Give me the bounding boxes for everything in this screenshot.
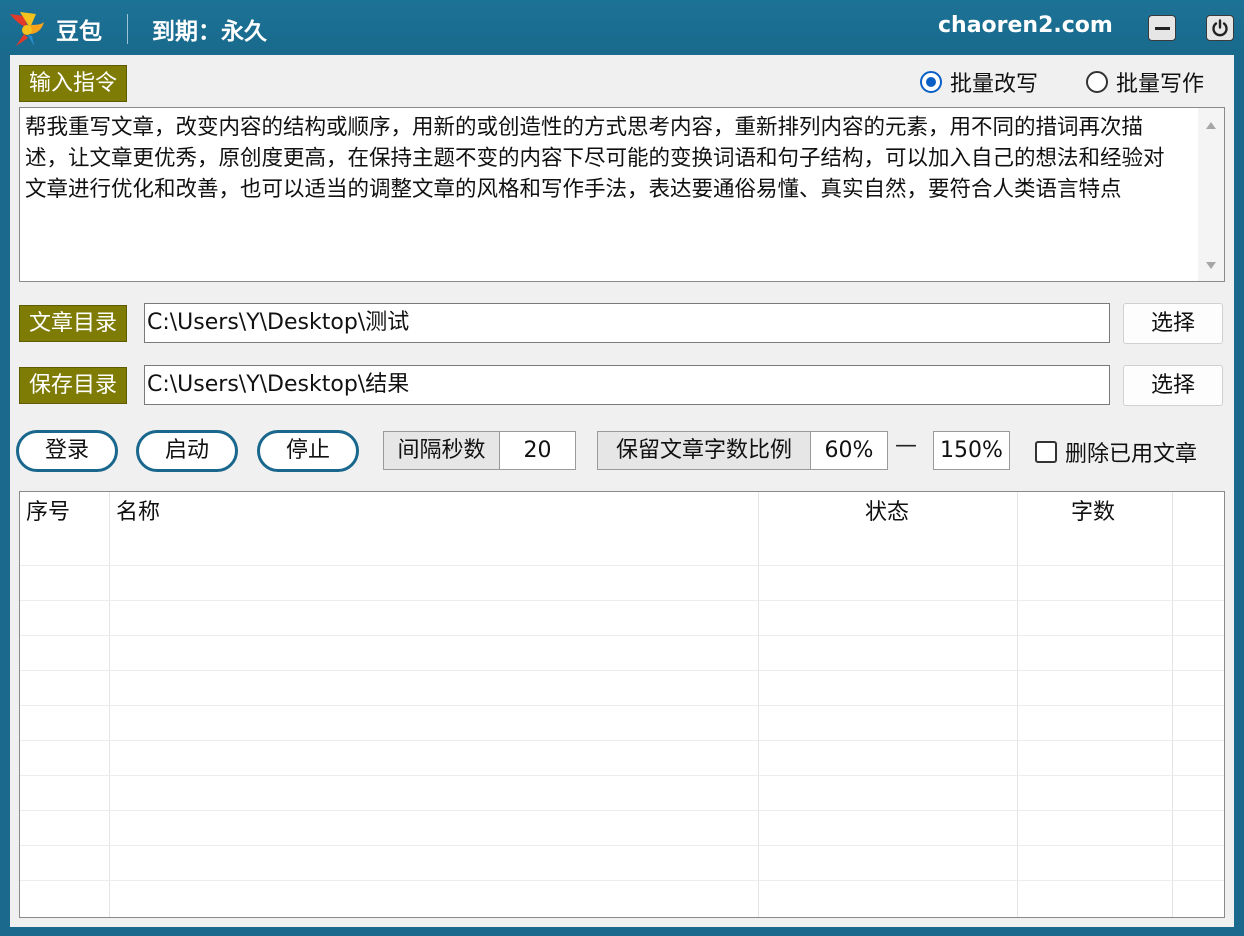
- save-dir-input[interactable]: C:\Users\Y\Desktop\结果: [144, 365, 1110, 405]
- mode-rewrite-radio[interactable]: 批量改写: [920, 67, 1038, 97]
- title-separator: [127, 14, 128, 44]
- mode-write-radio[interactable]: 批量写作: [1086, 67, 1204, 97]
- row-divider: [20, 810, 1224, 811]
- prompt-scrollbar[interactable]: [1198, 108, 1224, 281]
- row-divider: [20, 600, 1224, 601]
- row-divider: [20, 740, 1224, 741]
- instruction-label: 输入指令: [19, 65, 128, 102]
- row-divider: [20, 880, 1224, 881]
- delete-used-checkbox[interactable]: 删除已用文章: [1035, 436, 1197, 468]
- prompt-text[interactable]: 帮我重写文章，改变内容的结构或顺序，用新的或创造性的方式思考内容，重新排列内容的…: [25, 112, 1185, 205]
- app-name: 豆包: [56, 19, 102, 45]
- power-icon: [1212, 19, 1228, 37]
- main-panel: 输入指令 批量改写 批量写作 帮我重写文章，改变内容的结构或顺序，用新的或创造性…: [10, 55, 1234, 927]
- mode-write-label: 批量写作: [1116, 72, 1205, 97]
- save-dir-label: 保存目录: [19, 367, 128, 404]
- row-divider: [20, 845, 1224, 846]
- article-dir-input[interactable]: C:\Users\Y\Desktop\测试: [144, 303, 1110, 343]
- scroll-down-icon[interactable]: [1206, 262, 1216, 269]
- close-button[interactable]: [1206, 15, 1234, 41]
- row-divider: [20, 775, 1224, 776]
- scroll-up-icon[interactable]: [1206, 122, 1216, 129]
- stop-button[interactable]: 停止: [257, 430, 359, 472]
- checkbox-icon: [1035, 441, 1057, 463]
- radio-checked-icon: [920, 71, 942, 93]
- ratio-min-input[interactable]: 60%: [810, 431, 888, 470]
- title-bar: 豆包 到期：永久 chaoren2.com: [0, 0, 1244, 55]
- prompt-textarea[interactable]: 帮我重写文章，改变内容的结构或顺序，用新的或创造性的方式思考内容，重新排列内容的…: [19, 107, 1225, 282]
- row-divider: [20, 635, 1224, 636]
- article-dir-choose-button[interactable]: 选择: [1123, 303, 1223, 344]
- row-divider: [20, 705, 1224, 706]
- delete-used-label: 删除已用文章: [1065, 442, 1198, 467]
- column-header-wordcount[interactable]: 字数: [1071, 492, 1115, 530]
- app-logo-icon: [10, 12, 44, 46]
- ratio-max-input[interactable]: 150%: [933, 431, 1010, 470]
- save-dir-choose-button[interactable]: 选择: [1123, 365, 1223, 406]
- minimize-icon: [1155, 27, 1170, 30]
- license-expiry: 到期：永久: [152, 19, 267, 45]
- site-link[interactable]: chaoren2.com: [938, 13, 1113, 38]
- row-divider: [20, 670, 1224, 671]
- mode-rewrite-label: 批量改写: [950, 72, 1039, 97]
- interval-label: 间隔秒数: [383, 431, 500, 470]
- login-button[interactable]: 登录: [16, 430, 118, 472]
- ratio-label: 保留文章字数比例: [597, 431, 811, 470]
- ratio-separator: —: [895, 433, 917, 458]
- minimize-button[interactable]: [1148, 15, 1176, 41]
- article-table[interactable]: 序号 名称 状态 字数: [19, 491, 1225, 918]
- interval-input[interactable]: 20: [499, 431, 576, 470]
- column-header-status[interactable]: 状态: [865, 492, 909, 530]
- column-header-name[interactable]: 名称: [116, 492, 160, 530]
- row-divider: [20, 565, 1224, 566]
- start-button[interactable]: 启动: [136, 430, 238, 472]
- radio-unchecked-icon: [1086, 71, 1108, 93]
- article-dir-label: 文章目录: [19, 305, 128, 342]
- column-header-index[interactable]: 序号: [26, 492, 70, 530]
